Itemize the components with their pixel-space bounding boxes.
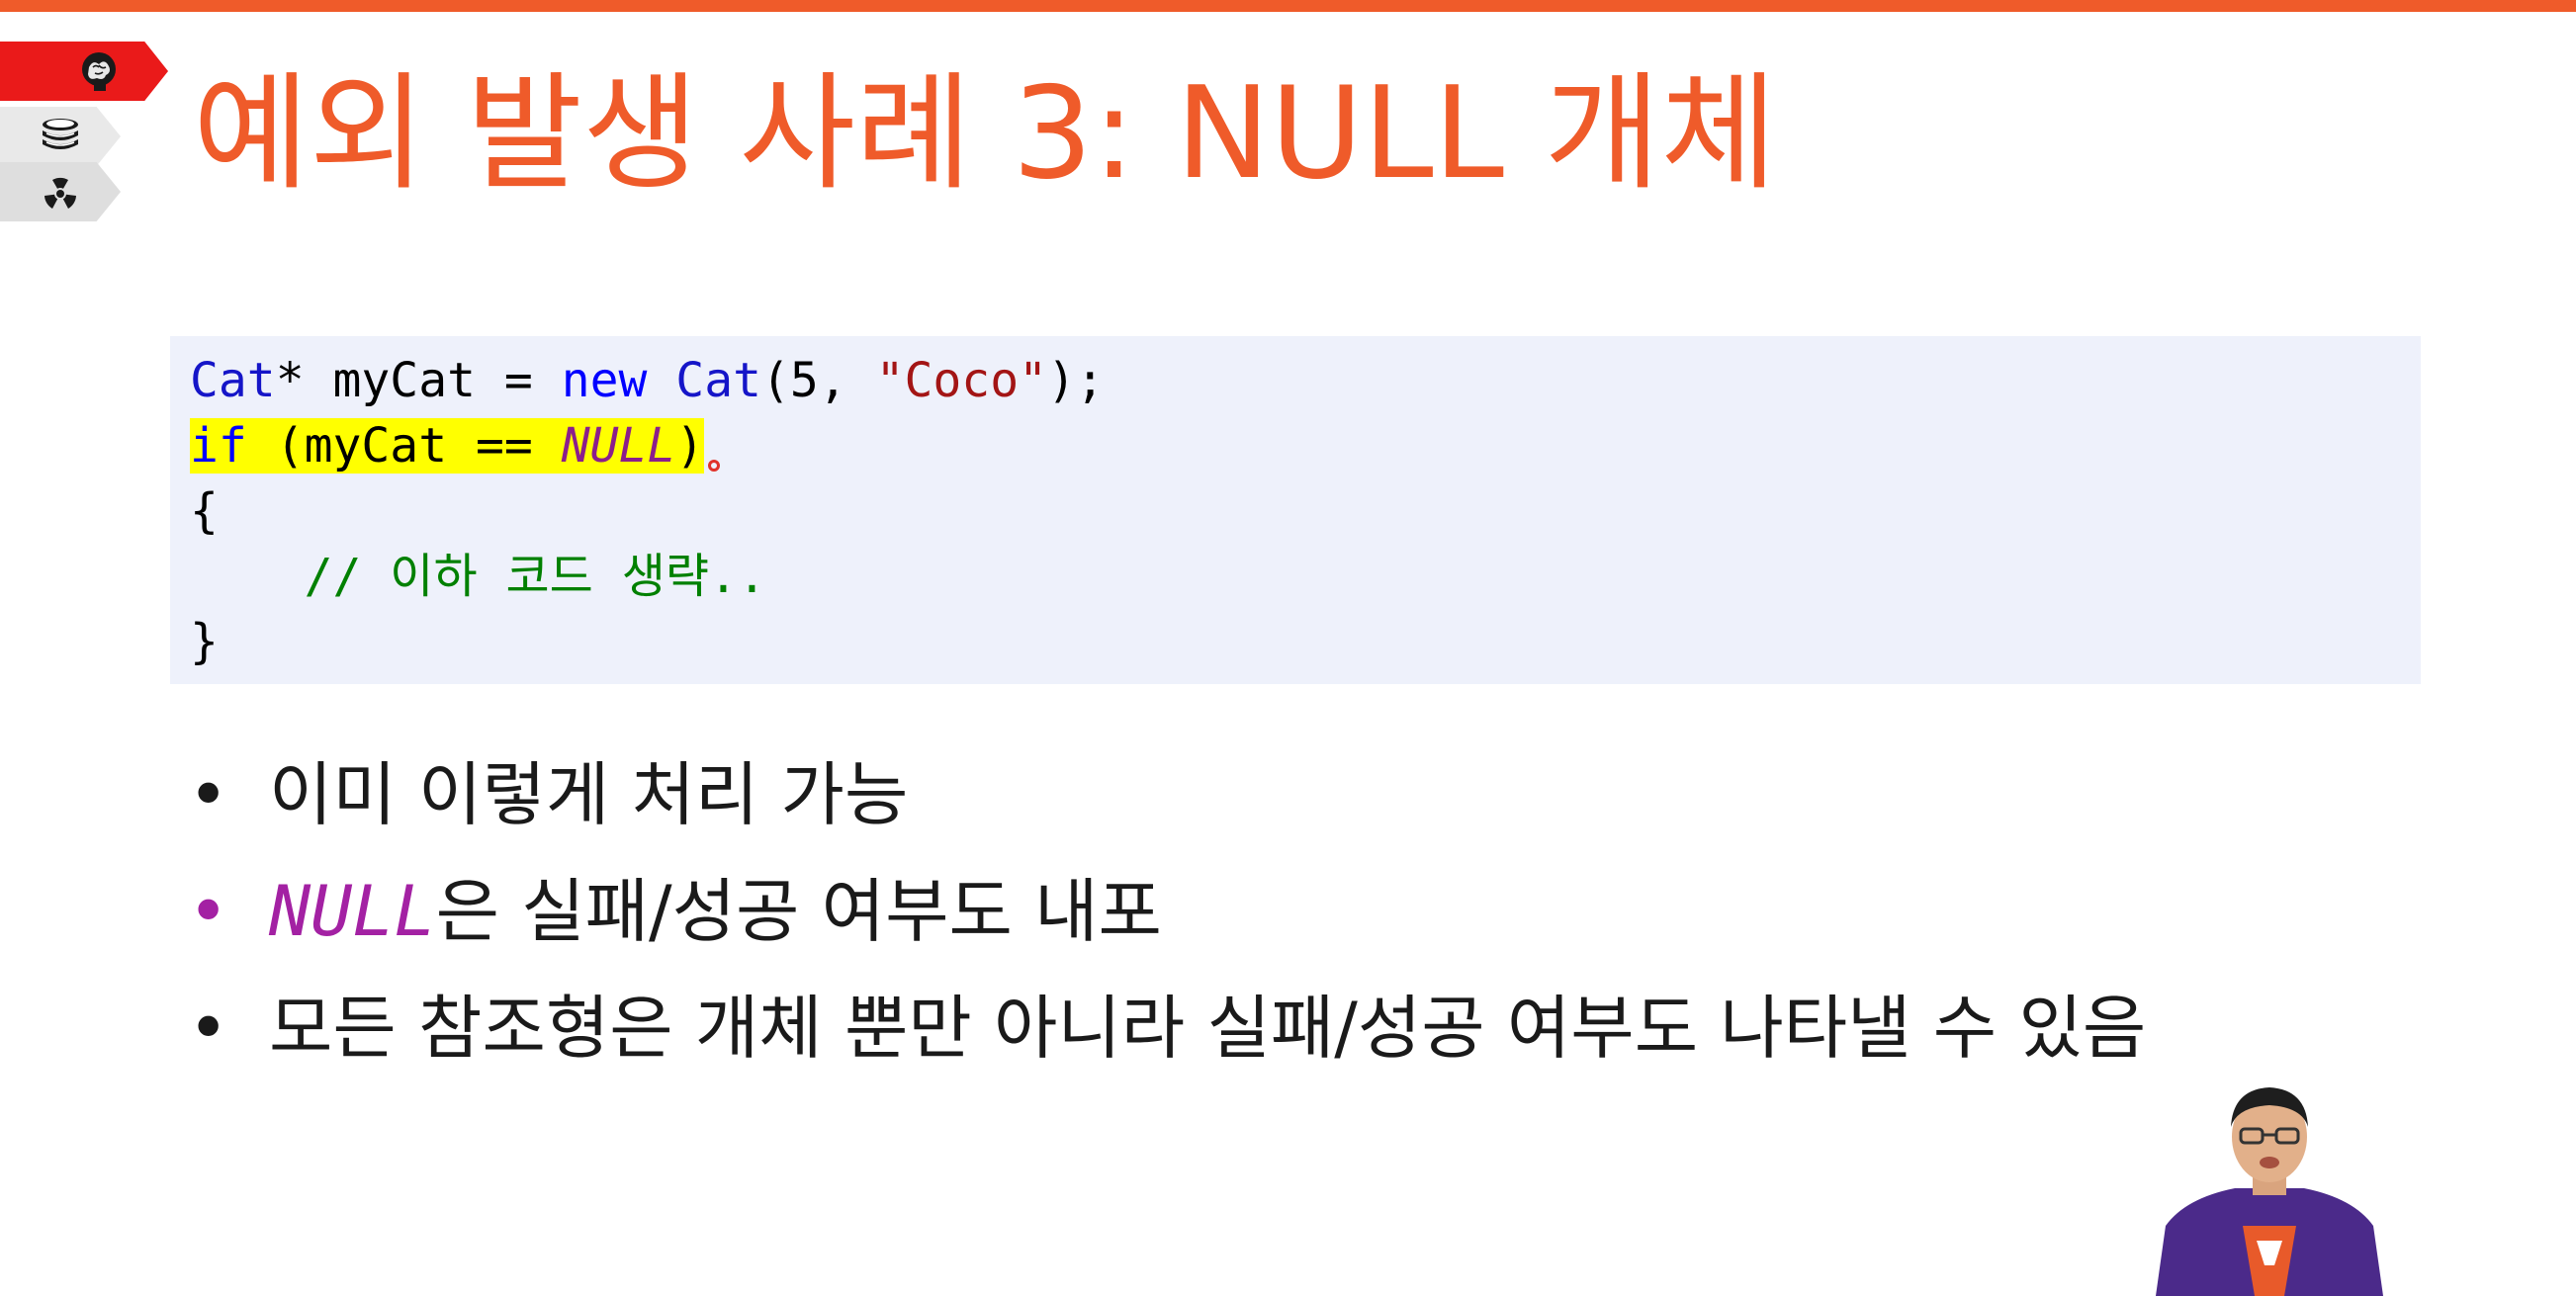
code-line-5: }	[190, 614, 219, 669]
nav-tab-books[interactable]	[0, 107, 121, 166]
bullet-item: • 이미 이렇게 처리 가능	[188, 751, 2314, 838]
presenter-video-overlay	[2146, 1078, 2393, 1296]
code-type-token: Cat	[190, 353, 276, 408]
code-token: (myCat ==	[246, 418, 562, 474]
bullet-item: • 모든 참조형은 개체 뿐만 아니라 실패/성공 여부도 나타낼 수 있음	[188, 985, 2314, 1072]
brain-icon	[77, 49, 121, 93]
code-keyword-token: if	[190, 418, 247, 474]
presenter-image	[2156, 1087, 2383, 1296]
code-string-token: "Coco"	[875, 353, 1047, 408]
books-icon	[37, 115, 84, 158]
code-keyword-token: new	[561, 353, 648, 408]
nav-tabs	[0, 40, 178, 227]
nav-tab-radiation[interactable]	[0, 162, 121, 221]
code-token: (5,	[761, 353, 876, 408]
bullet-marker: •	[188, 754, 229, 835]
code-token: * myCat =	[275, 353, 562, 408]
null-keyword: NULL	[269, 871, 436, 952]
bullet-text: 이미 이렇게 처리 가능	[269, 754, 909, 835]
code-line-2: if (myCat == NULL)	[190, 413, 2421, 478]
bullet-marker: •	[188, 988, 229, 1069]
top-accent-bar	[0, 0, 2576, 12]
code-line-3: {	[190, 483, 219, 539]
bullet-text: 모든 참조형은 개체 뿐만 아니라 실패/성공 여부도 나타낼 수 있음	[269, 988, 2147, 1069]
code-macro-token: NULL	[561, 418, 676, 474]
code-token: );	[1046, 353, 1105, 408]
code-block: Cat* myCat = new Cat(5, "Coco"); if (myC…	[170, 336, 2421, 684]
bullet-text: 은 실패/성공 여부도 내포	[435, 871, 1162, 952]
bullet-item: • NULL은 실패/성공 여부도 내포	[188, 868, 2314, 955]
bullet-list: • 이미 이렇게 처리 가능 • NULL은 실패/성공 여부도 내포 • 모든…	[188, 751, 2314, 1101]
pointer-dot-icon	[708, 460, 721, 472]
code-token: )	[675, 418, 705, 474]
slide: 예외 발생 사례 3: NULL 개체 Cat* myCat = new Cat…	[0, 0, 2576, 1296]
bullet-marker: •	[188, 871, 229, 952]
code-comment-token: // 이하 코드 생략..	[304, 549, 766, 604]
radiation-icon	[39, 170, 82, 214]
code-line-1: Cat* myCat = new Cat(5, "Coco");	[190, 348, 2421, 413]
code-type-token: Cat	[675, 353, 761, 408]
nav-tab-brain[interactable]	[0, 42, 168, 101]
code-highlight: if (myCat == NULL)	[190, 418, 705, 474]
slide-title: 예외 발생 사례 3: NULL 개체	[193, 60, 1778, 208]
code-line-4: // 이하 코드 생략..	[190, 544, 2421, 609]
